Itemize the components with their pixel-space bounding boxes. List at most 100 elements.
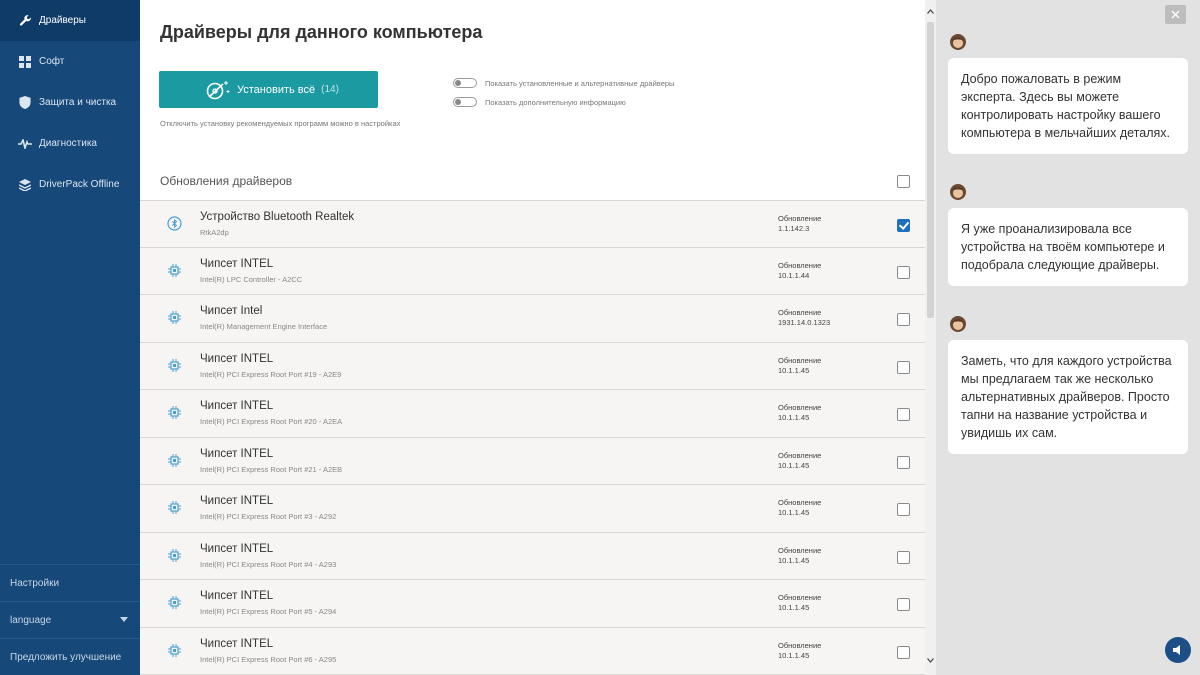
update-label: Обновление: [778, 403, 822, 412]
driver-device-id: Intel(R) PCI Express Root Port #4 - A293: [200, 559, 337, 569]
driver-row[interactable]: Устройство Bluetooth Realtek RtkA2dp Обнов…: [140, 200, 925, 248]
checkbox-box[interactable]: [897, 550, 910, 564]
shield-icon: [18, 96, 32, 110]
assistant-message: Заметь, что для каждого устройства мы пр…: [948, 340, 1188, 454]
chip-icon: [167, 548, 182, 563]
sidebar-item-offline[interactable]: DriverPack Offline: [0, 164, 140, 205]
driver-row[interactable]: Чипсет INTEL Intel(R) PCI Express Root Po…: [140, 390, 925, 438]
checkbox-box[interactable]: [897, 645, 910, 659]
driver-checkbox[interactable]: [897, 219, 910, 232]
driver-checkbox[interactable]: [897, 550, 910, 564]
driver-name[interactable]: Чипсет INTEL: [200, 638, 273, 650]
driver-name[interactable]: Устройство Bluetooth Realtek: [200, 211, 354, 223]
update-label: Обновление: [778, 593, 822, 602]
suggest-improvement-link[interactable]: Предложить улучшение: [0, 638, 140, 675]
driver-row[interactable]: Чипсет INTEL Intel(R) LPC Controller - A2…: [140, 247, 925, 295]
wrench-icon: [18, 14, 32, 28]
toggle-show-extra-info[interactable]: Показать дополнительную информацию: [453, 97, 626, 107]
sidebar-item-diagnostics[interactable]: Диагностика: [0, 123, 140, 164]
driver-version: 10.1.1.45: [778, 413, 810, 422]
sidebar-item-drivers[interactable]: Драйверы: [0, 0, 140, 41]
checkbox-box[interactable]: [897, 265, 910, 279]
section-title: Обновления драйверов: [160, 174, 293, 188]
update-label: Обновление: [778, 450, 822, 460]
select-all-checkbox[interactable]: [897, 175, 910, 188]
language-select[interactable]: language: [0, 601, 140, 638]
driver-device-id: Intel(R) PCI Express Root Port #6 - A295: [200, 654, 337, 664]
driver-device-id: Intel(R) Management Engine Interface: [200, 322, 328, 331]
toggle-switch[interactable]: [453, 78, 477, 88]
checkbox-box[interactable]: [897, 455, 910, 469]
driver-name[interactable]: Чипсет INTEL: [200, 448, 273, 460]
sidebar-item-protection[interactable]: Защита и чистка: [0, 82, 140, 123]
layers-icon: [18, 178, 32, 192]
driver-row[interactable]: Чипсет INTEL Intel(R) PCI Express Root Po…: [140, 437, 925, 485]
driver-checkbox[interactable]: [897, 408, 910, 421]
driver-version: 10.1.1.44: [778, 270, 810, 280]
checkbox-box[interactable]: [897, 503, 910, 516]
driver-device-id: Intel(R) PCI Express Root Port #20 - A2E…: [200, 417, 343, 426]
driver-checkbox[interactable]: [897, 360, 910, 374]
close-button[interactable]: [1165, 5, 1186, 24]
install-all-button[interactable]: Установить всё (14): [159, 71, 378, 108]
driver-checkbox[interactable]: [897, 503, 910, 516]
assistant-panel: Добро пожаловать в режим эксперта. Здесь…: [936, 0, 1200, 675]
driver-row[interactable]: Чипсет INTEL Intel(R) PCI Express Root Po…: [140, 532, 925, 580]
install-all-label: Установить всё: [237, 83, 316, 96]
checkbox-box[interactable]: [897, 408, 910, 421]
driver-version: 10.1.1.45: [778, 365, 810, 375]
scroll-up-icon[interactable]: [927, 8, 934, 15]
checkbox-box[interactable]: [897, 360, 910, 374]
sidebar-item-label: Защита и чистка: [39, 97, 117, 108]
driver-row[interactable]: Чипсет INTEL Intel(R) PCI Express Root Po…: [140, 485, 925, 533]
page-title: Драйверы для данного компьютера: [160, 22, 483, 42]
driver-row[interactable]: Чипсет INTEL Intel(R) PCI Express Root Po…: [140, 342, 925, 390]
checkbox-box[interactable]: [897, 219, 910, 232]
driver-checkbox[interactable]: [897, 598, 910, 611]
sound-button[interactable]: [1165, 637, 1191, 663]
update-label: Обновление: [778, 498, 822, 507]
driver-checkbox[interactable]: [897, 313, 910, 326]
settings-link[interactable]: Настройки: [0, 564, 140, 601]
update-label: Обновление: [778, 214, 822, 223]
sidebar-bottom: Настройки language Предложить улучшение: [0, 564, 140, 675]
driver-checkbox[interactable]: [897, 645, 910, 659]
checkbox-box[interactable]: [897, 598, 910, 611]
driver-checkbox[interactable]: [897, 265, 910, 279]
assistant-avatar-icon: [949, 315, 967, 333]
checkbox-box[interactable]: [897, 175, 910, 188]
install-note: Отключить установку рекомендуемых програ…: [160, 119, 401, 128]
driver-name[interactable]: Чипсет INTEL: [200, 400, 273, 412]
sidebar-item-software[interactable]: Софт: [0, 41, 140, 82]
driver-device-id: Intel(R) PCI Express Root Port #19 - A2E…: [200, 369, 342, 379]
toggle-show-installed[interactable]: Показать установленные и альтернативные …: [453, 78, 674, 88]
driver-name[interactable]: Чипсет INTEL: [200, 495, 273, 507]
driver-version: 10.1.1.45: [778, 460, 810, 470]
driver-name[interactable]: Чипсет INTEL: [200, 543, 273, 555]
scroll-down-icon[interactable]: [927, 657, 934, 664]
driver-row[interactable]: Чипсет Intel Intel(R) Management Engine I…: [140, 295, 925, 343]
driver-name[interactable]: Чипсет INTEL: [200, 590, 273, 602]
driver-update-info: Обновление 10.1.1.45: [778, 546, 821, 566]
toggle-label: Показать установленные и альтернативные …: [485, 78, 675, 88]
sidebar: Драйверы Софт Защита и чистка Диагностик…: [0, 0, 140, 675]
driver-name[interactable]: Чипсет INTEL: [200, 258, 273, 270]
scrollbar[interactable]: [925, 0, 936, 675]
scroll-thumb[interactable]: [927, 22, 934, 318]
sidebar-item-label: DriverPack Offline: [39, 179, 120, 190]
sidebar-item-label: Диагностика: [39, 138, 97, 149]
driver-version: 10.1.1.45: [778, 603, 810, 612]
checkbox-box[interactable]: [897, 313, 910, 326]
driver-version: 1931.14.0.1323: [778, 318, 831, 327]
driver-name[interactable]: Чипсет INTEL: [200, 353, 273, 365]
driver-version: 10.1.1.45: [778, 650, 810, 660]
driver-row[interactable]: Чипсет INTEL Intel(R) PCI Express Root Po…: [140, 580, 925, 628]
install-all-count: (14): [321, 84, 339, 95]
driver-name[interactable]: Чипсет Intel: [200, 305, 262, 317]
chip-icon: [167, 405, 182, 420]
driver-row[interactable]: Чипсет INTEL Intel(R) PCI Express Root Po…: [140, 627, 925, 675]
toggle-switch[interactable]: [453, 97, 477, 107]
driver-update-info: Обновление 10.1.1.45: [778, 403, 821, 423]
driver-checkbox[interactable]: [897, 455, 910, 469]
sidebar-item-label: Драйверы: [39, 15, 86, 26]
